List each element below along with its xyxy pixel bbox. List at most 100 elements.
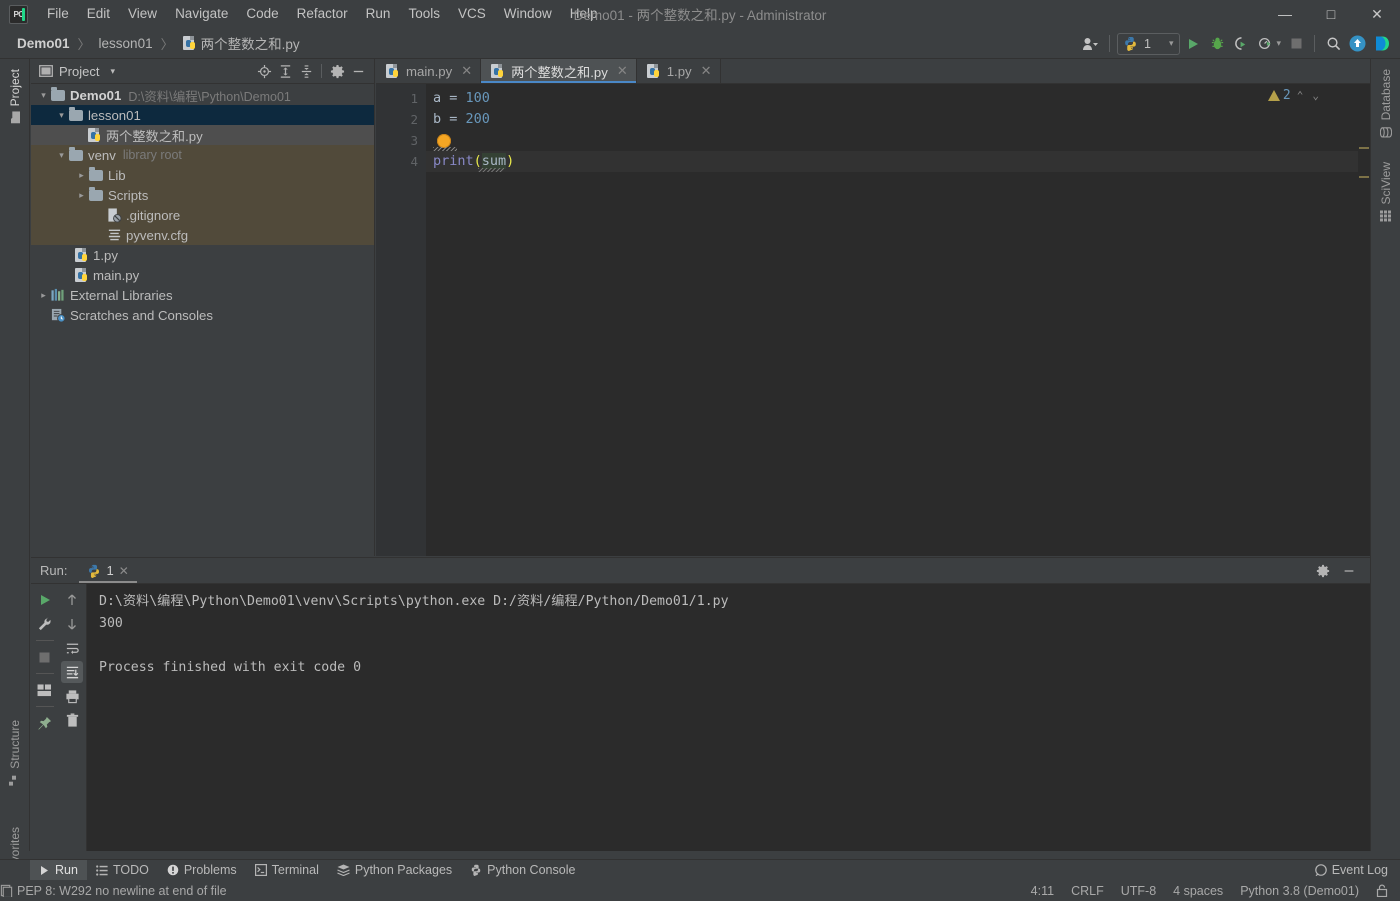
wrench-icon[interactable] <box>34 613 56 635</box>
chevron-right-icon[interactable]: ▸ <box>75 190 88 201</box>
tree-node-pyvenv-cfg[interactable]: pyvenv.cfg <box>31 225 374 245</box>
tree-node-scripts[interactable]: ▸ Scripts <box>31 185 374 205</box>
warning-stripe[interactable] <box>1359 176 1369 178</box>
crosshair-icon[interactable] <box>254 61 274 81</box>
sidebar-item-sciview[interactable]: SciView <box>1371 156 1400 227</box>
tree-node-mainpy[interactable]: main.py <box>31 265 374 285</box>
chevron-down-icon[interactable]: ▾ <box>37 90 50 101</box>
tab-main-py[interactable]: main.py ✕ <box>376 59 482 83</box>
minimize-icon[interactable] <box>348 61 368 81</box>
code-line-4[interactable]: print(sum) <box>426 151 1370 172</box>
chevron-right-icon[interactable]: ▸ <box>75 170 88 181</box>
event-log-label[interactable]: Event Log <box>1332 863 1388 877</box>
intention-bulb-icon[interactable] <box>437 133 451 148</box>
close-icon[interactable]: ✕ <box>617 63 628 79</box>
indent-setting[interactable]: 4 spaces <box>1173 884 1223 898</box>
menu-help[interactable]: Help <box>561 2 607 26</box>
layout-icon[interactable] <box>34 679 56 701</box>
pin-icon[interactable] <box>34 712 56 734</box>
close-icon[interactable]: ✕ <box>701 63 712 79</box>
menu-window[interactable]: Window <box>495 2 561 26</box>
tree-node-lesson01[interactable]: ▾ lesson01 <box>31 105 374 125</box>
tree-node-external-libraries[interactable]: ▸ External Libraries <box>31 285 374 305</box>
lock-icon[interactable] <box>1376 884 1388 897</box>
project-panel-title[interactable]: Project ▾ <box>39 64 115 79</box>
close-button[interactable]: ✕ <box>1354 0 1400 28</box>
code-line-2[interactable]: b = 200 <box>426 109 1370 130</box>
breadcrumb-item-folder[interactable]: lesson01 <box>96 34 156 53</box>
tree-node-demo01[interactable]: ▾ Demo01 D:\资料\编程\Python\Demo01 <box>31 85 374 105</box>
arrow-up-icon[interactable] <box>61 589 83 611</box>
tree-node-scratches-consoles[interactable]: Scratches and Consoles <box>31 305 374 325</box>
tab-sum-py[interactable]: 两个整数之和.py ✕ <box>481 59 637 83</box>
python-interpreter[interactable]: Python 3.8 (Demo01) <box>1240 884 1359 898</box>
chevron-right-icon[interactable]: ▸ <box>37 290 50 301</box>
minimize-button[interactable]: — <box>1262 0 1308 28</box>
sidebar-item-project[interactable]: Project <box>0 63 30 128</box>
tree-node-lib[interactable]: ▸ Lib <box>31 165 374 185</box>
code-editor[interactable]: 1 2 3 4 a = 100 b = 200 sum = a + b prin… <box>376 84 1370 556</box>
collapse-all-icon[interactable] <box>296 61 316 81</box>
printer-icon[interactable] <box>61 685 83 707</box>
chevron-down-icon[interactable]: ▾ <box>55 110 68 121</box>
tool-window-python-console[interactable]: Python Console <box>461 860 584 881</box>
inspection-widget[interactable]: 2 ⌃ ⌄ <box>1267 88 1322 103</box>
tool-window-todo[interactable]: TODO <box>87 860 158 881</box>
chevron-down-icon[interactable]: ▾ <box>55 150 68 161</box>
tab-1-py[interactable]: 1.py ✕ <box>637 59 721 83</box>
file-encoding[interactable]: UTF-8 <box>1121 884 1156 898</box>
close-icon[interactable]: ✕ <box>119 564 129 578</box>
run-with-coverage-button[interactable] <box>1230 33 1252 55</box>
sidebar-item-structure[interactable]: Structure <box>0 714 30 792</box>
code-text[interactable]: a = 100 b = 200 sum = a + b print(sum) 2… <box>426 84 1370 556</box>
line-separator[interactable]: CRLF <box>1071 884 1104 898</box>
gear-icon[interactable] <box>1312 560 1334 582</box>
menu-edit[interactable]: Edit <box>78 2 119 26</box>
maximize-button[interactable]: □ <box>1308 0 1354 28</box>
editor-scrollbar-markers[interactable] <box>1358 84 1370 556</box>
tool-window-run[interactable]: Run <box>30 859 87 881</box>
minimize-icon[interactable] <box>1338 560 1360 582</box>
ide-logo-icon[interactable] <box>1370 33 1392 55</box>
trash-icon[interactable] <box>61 709 83 731</box>
stop-button[interactable] <box>1285 33 1307 55</box>
tree-node-sum-file[interactable]: 两个整数之和.py <box>31 125 374 145</box>
profile-button[interactable] <box>1254 33 1276 55</box>
scroll-to-end-icon[interactable] <box>61 661 83 683</box>
expand-all-icon[interactable] <box>275 61 295 81</box>
code-line-3[interactable]: sum = a + b <box>426 130 1370 169</box>
tree-node-1py[interactable]: 1.py <box>31 245 374 265</box>
run-button[interactable] <box>1182 33 1204 55</box>
debug-button[interactable] <box>1206 33 1228 55</box>
previous-problem-icon[interactable]: ⌃ <box>1294 89 1307 102</box>
caret-position[interactable]: 4:11 <box>1031 884 1054 898</box>
tool-window-problems[interactable]: Problems <box>158 860 246 881</box>
run-configuration-selector[interactable]: 1 ▾ <box>1116 32 1181 55</box>
chevron-down-icon[interactable]: ▾ <box>1276 38 1281 49</box>
menu-view[interactable]: View <box>119 2 166 26</box>
breadcrumb-item-project[interactable]: Demo01 <box>14 34 73 53</box>
menu-code[interactable]: Code <box>237 2 287 26</box>
code-line-1[interactable]: a = 100 <box>426 88 1370 109</box>
stop-square-icon[interactable] <box>34 646 56 668</box>
tree-node-venv[interactable]: ▾ venv library root <box>31 145 374 165</box>
tool-window-python-packages[interactable]: Python Packages <box>328 860 461 881</box>
search-icon[interactable] <box>1322 33 1344 55</box>
breadcrumb-item-file[interactable]: 两个整数之和.py <box>179 31 303 55</box>
menu-navigate[interactable]: Navigate <box>166 2 237 26</box>
soft-wrap-icon[interactable] <box>61 637 83 659</box>
menu-file[interactable]: File <box>38 2 78 26</box>
rerun-button[interactable] <box>34 589 56 611</box>
arrow-down-icon[interactable] <box>61 613 83 635</box>
tree-node-gitignore[interactable]: .gitignore <box>31 205 374 225</box>
menu-tools[interactable]: Tools <box>399 2 449 26</box>
menu-refactor[interactable]: Refactor <box>288 2 357 26</box>
tool-window-terminal[interactable]: Terminal <box>246 860 328 881</box>
sidebar-item-database[interactable]: Database <box>1371 63 1400 144</box>
menu-run[interactable]: Run <box>357 2 400 26</box>
run-tab-1[interactable]: 1 ✕ <box>79 558 138 583</box>
run-console-output[interactable]: D:\资料\编程\Python\Demo01\venv\Scripts\pyth… <box>87 584 1370 851</box>
next-problem-icon[interactable]: ⌄ <box>1309 89 1322 102</box>
gear-icon[interactable] <box>327 61 347 81</box>
update-project-button[interactable] <box>1346 33 1368 55</box>
